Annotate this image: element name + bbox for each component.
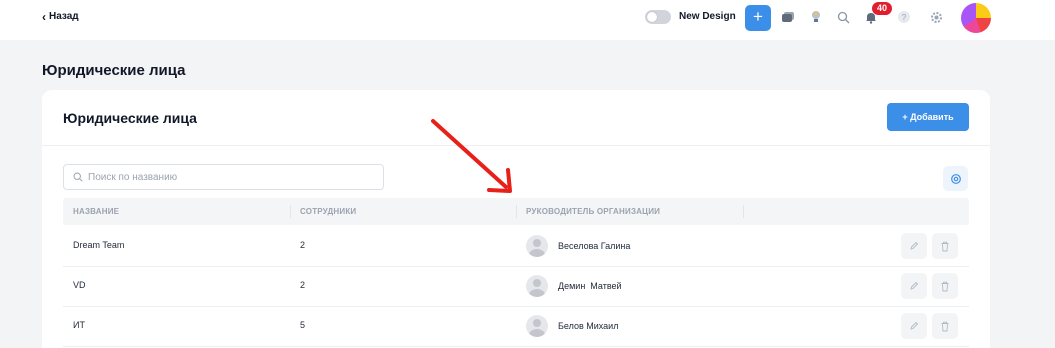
row-head: Веселова Галина [526, 235, 630, 257]
row-employees: 2 [300, 280, 306, 290]
gear-icon[interactable] [928, 9, 944, 25]
row-head-name: Белов Михаил [558, 321, 619, 331]
user-avatar[interactable] [961, 3, 991, 33]
trash-icon [941, 321, 949, 331]
edit-button[interactable] [901, 313, 927, 339]
delete-button[interactable] [932, 233, 958, 259]
avatar [526, 275, 548, 297]
svg-text:?: ? [902, 13, 907, 22]
settings-icon [950, 173, 961, 184]
search-icon [73, 172, 83, 182]
table-row[interactable]: ИТ 5 Белов Михаил [63, 307, 969, 347]
new-design-label: New Design [679, 11, 736, 22]
lightbulb-icon[interactable] [808, 9, 824, 25]
row-head-name: Веселова Галина [558, 241, 631, 251]
column-divider [290, 205, 291, 218]
trash-icon [941, 241, 949, 251]
edit-button[interactable] [901, 273, 927, 299]
legal-entities-card: Юридические лица + Добавить НАЗВАНИЕ СОТ… [42, 90, 990, 348]
row-head: Белов Михаил [526, 315, 618, 337]
create-button[interactable]: + [745, 5, 771, 31]
pencil-icon [910, 281, 919, 290]
page-title: Юридические лица [42, 62, 186, 79]
search-icon[interactable] [835, 9, 851, 25]
column-header-employees[interactable]: СОТРУДНИКИ [300, 207, 356, 216]
new-design-toggle[interactable] [645, 10, 671, 24]
chat-icon[interactable] [780, 9, 796, 25]
row-name: VD [73, 280, 86, 290]
divider [42, 145, 990, 146]
chevron-left-icon: ‹ [42, 9, 46, 24]
delete-button[interactable] [932, 313, 958, 339]
row-name: Dream Team [73, 240, 125, 250]
help-icon[interactable]: ? [896, 9, 912, 25]
row-head: Демин Матвей [526, 275, 622, 297]
avatar [526, 235, 548, 257]
column-divider [743, 205, 744, 218]
back-link[interactable]: ‹ Назад [42, 9, 79, 24]
pencil-icon [910, 321, 919, 330]
table-settings-button[interactable] [943, 166, 968, 191]
top-bar: ‹ Назад New Design + 40 ? [0, 0, 1055, 40]
row-head-name: Демин Матвей [558, 281, 622, 291]
table-row[interactable]: VD 2 Демин Матвей [63, 267, 969, 307]
trash-icon [941, 281, 949, 291]
column-header-head[interactable]: РУКОВОДИТЕЛЬ ОРГАНИЗАЦИИ [526, 207, 660, 216]
column-divider [516, 205, 517, 218]
pencil-icon [910, 241, 919, 250]
back-label: Назад [49, 11, 79, 22]
search-field[interactable] [63, 164, 384, 190]
card-title: Юридические лица [63, 110, 197, 126]
search-input[interactable] [88, 171, 368, 183]
row-employees: 2 [300, 240, 306, 250]
edit-button[interactable] [901, 233, 927, 259]
toggle-knob [647, 12, 657, 22]
notifications-badge: 40 [872, 2, 892, 15]
table-row[interactable]: Dream Team 2 Веселова Галина [63, 227, 969, 267]
row-name: ИТ [73, 320, 85, 330]
add-button[interactable]: + Добавить [887, 103, 969, 131]
delete-button[interactable] [932, 273, 958, 299]
row-employees: 5 [300, 320, 306, 330]
avatar [526, 315, 548, 337]
table-header: НАЗВАНИЕ СОТРУДНИКИ РУКОВОДИТЕЛЬ ОРГАНИЗ… [63, 198, 969, 225]
column-header-name[interactable]: НАЗВАНИЕ [73, 207, 119, 216]
